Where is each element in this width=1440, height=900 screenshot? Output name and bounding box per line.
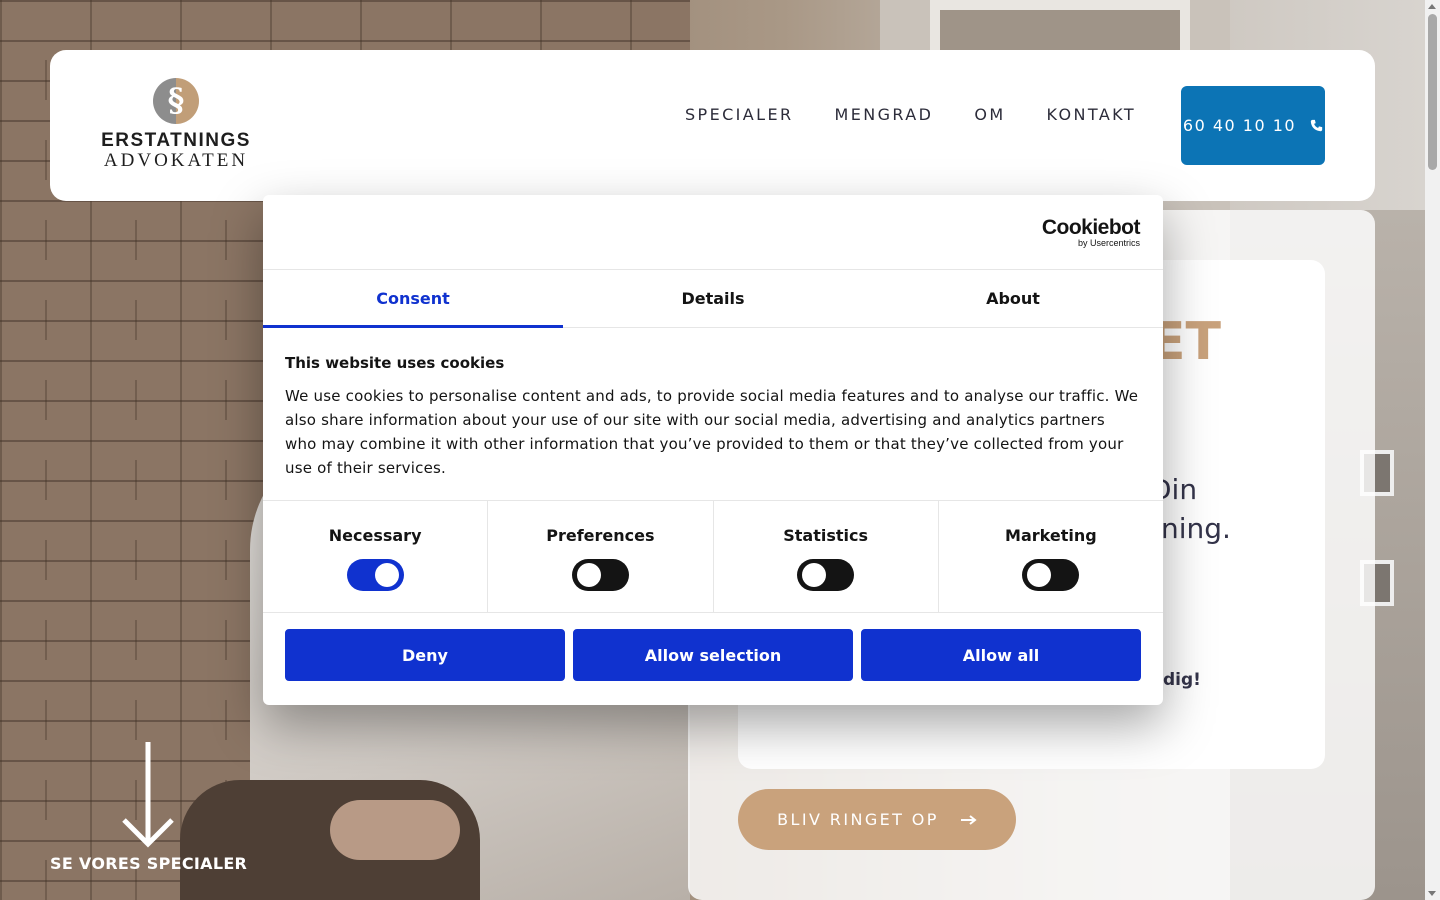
call-me-button[interactable]: BLIV RINGET OP (738, 789, 1016, 850)
allow-all-button[interactable]: Allow all (861, 629, 1141, 681)
main-nav: SPECIALER MENGRAD OM KONTAKT (685, 105, 1136, 124)
logo-mark: § (153, 78, 199, 124)
dialog-buttons: Deny Allow selection Allow all (263, 613, 1163, 681)
page-scrollbar[interactable] (1425, 0, 1440, 900)
category-statistics: Statistics (714, 501, 939, 612)
tab-consent[interactable]: Consent (263, 270, 563, 328)
cookiebot-logo[interactable]: Cookiebot by Usercentrics (1042, 217, 1141, 249)
person-hand (330, 800, 460, 860)
arrow-down-icon (122, 742, 174, 848)
tab-details[interactable]: Details (563, 270, 863, 327)
category-marketing: Marketing (939, 501, 1163, 612)
logo-line2: ADVOKATEN (103, 150, 249, 171)
preferences-toggle[interactable] (571, 559, 629, 591)
allow-selection-button[interactable]: Allow selection (573, 629, 853, 681)
phone-icon (1310, 119, 1323, 132)
category-label: Marketing (1005, 526, 1097, 545)
logo[interactable]: § ERSTATNINGS ADVOKATEN (98, 78, 254, 172)
necessary-toggle[interactable] (346, 559, 404, 591)
logo-line1: ERSTATNINGS (101, 130, 251, 151)
phone-number: 60 40 10 10 (1182, 116, 1297, 135)
category-label: Preferences (546, 526, 655, 545)
nav-item-mengrad[interactable]: MENGRAD (835, 105, 934, 124)
see-specials-label: SE VORES SPECIALER (50, 854, 248, 873)
marketing-toggle[interactable] (1022, 559, 1080, 591)
consent-body: This website uses cookies We use cookies… (263, 328, 1163, 501)
consent-heading: This website uses cookies (285, 354, 505, 372)
scroll-up-icon[interactable] (1428, 4, 1436, 9)
statistics-toggle[interactable] (797, 559, 855, 591)
scroll-down-icon[interactable] (1428, 891, 1436, 896)
site-header: § ERSTATNINGS ADVOKATEN SPECIALER MENGRA… (50, 50, 1375, 201)
consent-description: We use cookies to personalise content an… (285, 387, 1139, 477)
scrollbar-thumb[interactable] (1428, 14, 1437, 170)
nav-item-specialer[interactable]: SPECIALER (685, 105, 794, 124)
nav-item-kontakt[interactable]: KONTAKT (1047, 105, 1136, 124)
arrow-right-icon (960, 814, 977, 825)
category-necessary: Necessary (263, 501, 489, 612)
cookie-categories: Necessary Preferences Statistics Marketi… (263, 501, 1163, 613)
tab-about[interactable]: About (863, 270, 1163, 327)
call-me-label: BLIV RINGET OP (777, 810, 939, 829)
category-label: Statistics (783, 526, 868, 545)
deny-button[interactable]: Deny (285, 629, 565, 681)
category-label: Necessary (328, 526, 422, 545)
hero-tagline: dig! (1163, 670, 1201, 690)
cookie-consent-dialog: Cookiebot by Usercentrics Consent Detail… (263, 195, 1163, 705)
dialog-tabs: Consent Details About (263, 270, 1163, 328)
phone-button[interactable]: 60 40 10 10 (1181, 86, 1325, 165)
dialog-header: Cookiebot by Usercentrics (263, 195, 1163, 270)
nav-item-om[interactable]: OM (974, 105, 1005, 124)
category-preferences: Preferences (488, 501, 714, 612)
